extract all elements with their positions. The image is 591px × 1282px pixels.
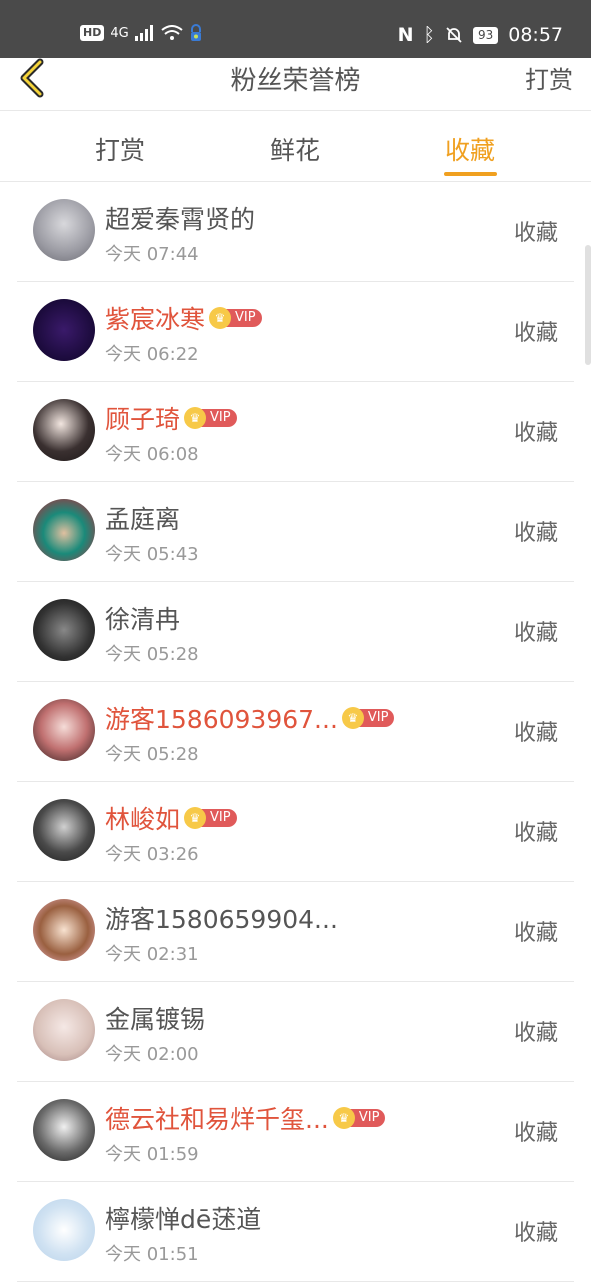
list-item[interactable]: 林峻如 ♛ VIP 今天 03:26 收藏 — [17, 782, 574, 882]
timestamp: 今天 01:59 — [105, 1144, 199, 1165]
list-item[interactable]: 紫宸冰寒 ♛ VIP 今天 06:22 收藏 — [17, 282, 574, 382]
vip-badge: ♛ VIP — [332, 1107, 386, 1129]
user-name: 游客1586093967... — [105, 705, 338, 734]
action-label: 收藏 — [513, 921, 558, 946]
mute-bell-icon — [446, 27, 462, 43]
user-name: 檸檬惮dē蒁道 — [105, 1205, 262, 1234]
tab-favorites[interactable]: 收藏 — [420, 131, 520, 167]
action-label: 收藏 — [513, 221, 558, 246]
avatar[interactable] — [33, 899, 95, 961]
user-name: 超爱秦霄贤的 — [105, 205, 256, 234]
list-item[interactable]: 金属镀锡今天 02:00 收藏 — [17, 982, 574, 1082]
name-line: 金属镀锡 — [105, 1000, 205, 1036]
action-label: 收藏 — [513, 721, 558, 746]
action-label: 收藏 — [513, 1021, 558, 1046]
scrollbar[interactable] — [585, 245, 591, 365]
tab-flowers[interactable]: 鲜花 — [245, 131, 345, 167]
timestamp: 今天 02:31 — [105, 944, 199, 965]
avatar[interactable] — [33, 399, 95, 461]
list-item[interactable]: 超爱秦霄贤的今天 07:44 收藏 — [17, 182, 574, 282]
action-label: 收藏 — [513, 521, 558, 546]
vpn-icon — [190, 24, 201, 41]
status-left: HD 4G — [80, 24, 203, 42]
timestamp: 今天 02:00 — [105, 1044, 199, 1065]
crown-icon: ♛ — [341, 707, 364, 729]
list-item[interactable]: 顾子琦 ♛ VIP 今天 06:08 收藏 — [17, 382, 574, 482]
name-line: 游客1580659904... — [105, 900, 338, 936]
hd-icon: HD — [80, 25, 105, 41]
action-label: 收藏 — [513, 1121, 558, 1146]
timestamp: 今天 05:28 — [105, 744, 199, 765]
user-name: 紫宸冰寒 — [105, 305, 206, 334]
wifi-icon — [161, 25, 183, 40]
name-line: 紫宸冰寒 ♛ VIP — [105, 300, 262, 336]
user-name: 德云社和易烊千玺... — [105, 1105, 329, 1134]
active-tab-indicator — [444, 172, 497, 176]
timestamp: 今天 06:08 — [105, 444, 199, 465]
battery-icon: 93 — [472, 26, 499, 44]
user-name: 徐清冉 — [105, 605, 181, 634]
avatar[interactable] — [33, 999, 95, 1061]
crown-icon: ♛ — [184, 807, 207, 829]
tab-bar: 打赏 鲜花 收藏 — [0, 111, 591, 182]
timestamp: 今天 03:26 — [105, 844, 199, 865]
bluetooth-icon: ᛒ — [423, 24, 435, 46]
crown-icon: ♛ — [209, 307, 232, 329]
avatar[interactable] — [33, 599, 95, 661]
action-label: 收藏 — [513, 621, 558, 646]
list-item[interactable]: 游客1580659904... 今天 02:31 收藏 — [17, 882, 574, 982]
timestamp: 今天 05:43 — [105, 544, 199, 565]
list-item[interactable]: 孟庭离今天 05:43 收藏 — [17, 482, 574, 582]
navigation-bar: 粉丝荣誉榜 打赏 — [0, 58, 591, 111]
user-name: 游客1580659904... — [105, 905, 338, 934]
timestamp: 今天 07:44 — [105, 244, 199, 265]
user-name: 孟庭离 — [105, 505, 181, 534]
status-bar: HD 4G N ᛒ 93 08:57 — [0, 0, 591, 58]
page-title: 粉丝荣誉榜 — [230, 66, 361, 96]
vip-badge: ♛ VIP — [209, 307, 262, 329]
name-line: 檸檬惮dē蒁道 — [105, 1200, 261, 1236]
tab-reward[interactable]: 打赏 — [70, 131, 170, 167]
avatar[interactable] — [33, 1199, 95, 1261]
name-line: 游客1586093967... ♛ VIP — [105, 700, 395, 736]
reward-button[interactable]: 打赏 — [525, 60, 573, 95]
action-label: 收藏 — [513, 821, 558, 846]
list-item[interactable]: 檸檬惮dē蒁道今天 01:51 收藏 — [17, 1182, 574, 1282]
network-label: 4G — [110, 25, 129, 41]
avatar[interactable] — [33, 699, 95, 761]
crown-icon: ♛ — [184, 407, 207, 429]
action-label: 收藏 — [513, 321, 558, 346]
name-line: 顾子琦 ♛ VIP — [105, 400, 237, 436]
user-name: 顾子琦 — [105, 405, 181, 434]
name-line: 徐清冉 — [105, 600, 180, 636]
signal-icon — [134, 25, 153, 41]
clock: 08:57 — [508, 24, 563, 46]
list-item[interactable]: 游客1586093967... ♛ VIP 今天 05:28 收藏 — [17, 682, 574, 782]
avatar[interactable] — [33, 1099, 95, 1161]
user-name: 金属镀锡 — [105, 1005, 206, 1034]
vip-badge: ♛ VIP — [341, 707, 395, 729]
name-line: 德云社和易烊千玺... ♛ VIP — [105, 1100, 386, 1136]
timestamp: 今天 05:28 — [105, 644, 199, 665]
crown-icon: ♛ — [332, 1107, 355, 1129]
timestamp: 今天 01:51 — [105, 1244, 199, 1265]
timestamp: 今天 06:22 — [105, 344, 199, 365]
action-label: 收藏 — [513, 1221, 558, 1246]
vip-badge: ♛ VIP — [184, 807, 237, 829]
avatar[interactable] — [33, 299, 95, 361]
list-item[interactable]: 徐清冉今天 05:28 收藏 — [17, 582, 574, 682]
status-right: N ᛒ 93 08:57 — [398, 24, 563, 46]
nfc-icon: N — [397, 24, 414, 46]
list-item[interactable]: 德云社和易烊千玺... ♛ VIP 今天 01:59 收藏 — [17, 1082, 574, 1182]
name-line: 超爱秦霄贤的 — [105, 200, 255, 236]
name-line: 孟庭离 — [105, 500, 180, 536]
fan-list: 超爱秦霄贤的 今天 07:44 收藏 紫宸冰寒 ♛ VIP 今天 06:22 收藏 顾子琦 ♛ VI… — [0, 182, 591, 1282]
avatar[interactable] — [33, 799, 95, 861]
vip-badge: ♛ VIP — [184, 407, 237, 429]
name-line: 林峻如 ♛ VIP — [105, 800, 237, 836]
action-label: 收藏 — [513, 421, 558, 446]
user-name: 林峻如 — [105, 805, 181, 834]
avatar[interactable] — [33, 499, 95, 561]
avatar[interactable] — [33, 199, 95, 261]
